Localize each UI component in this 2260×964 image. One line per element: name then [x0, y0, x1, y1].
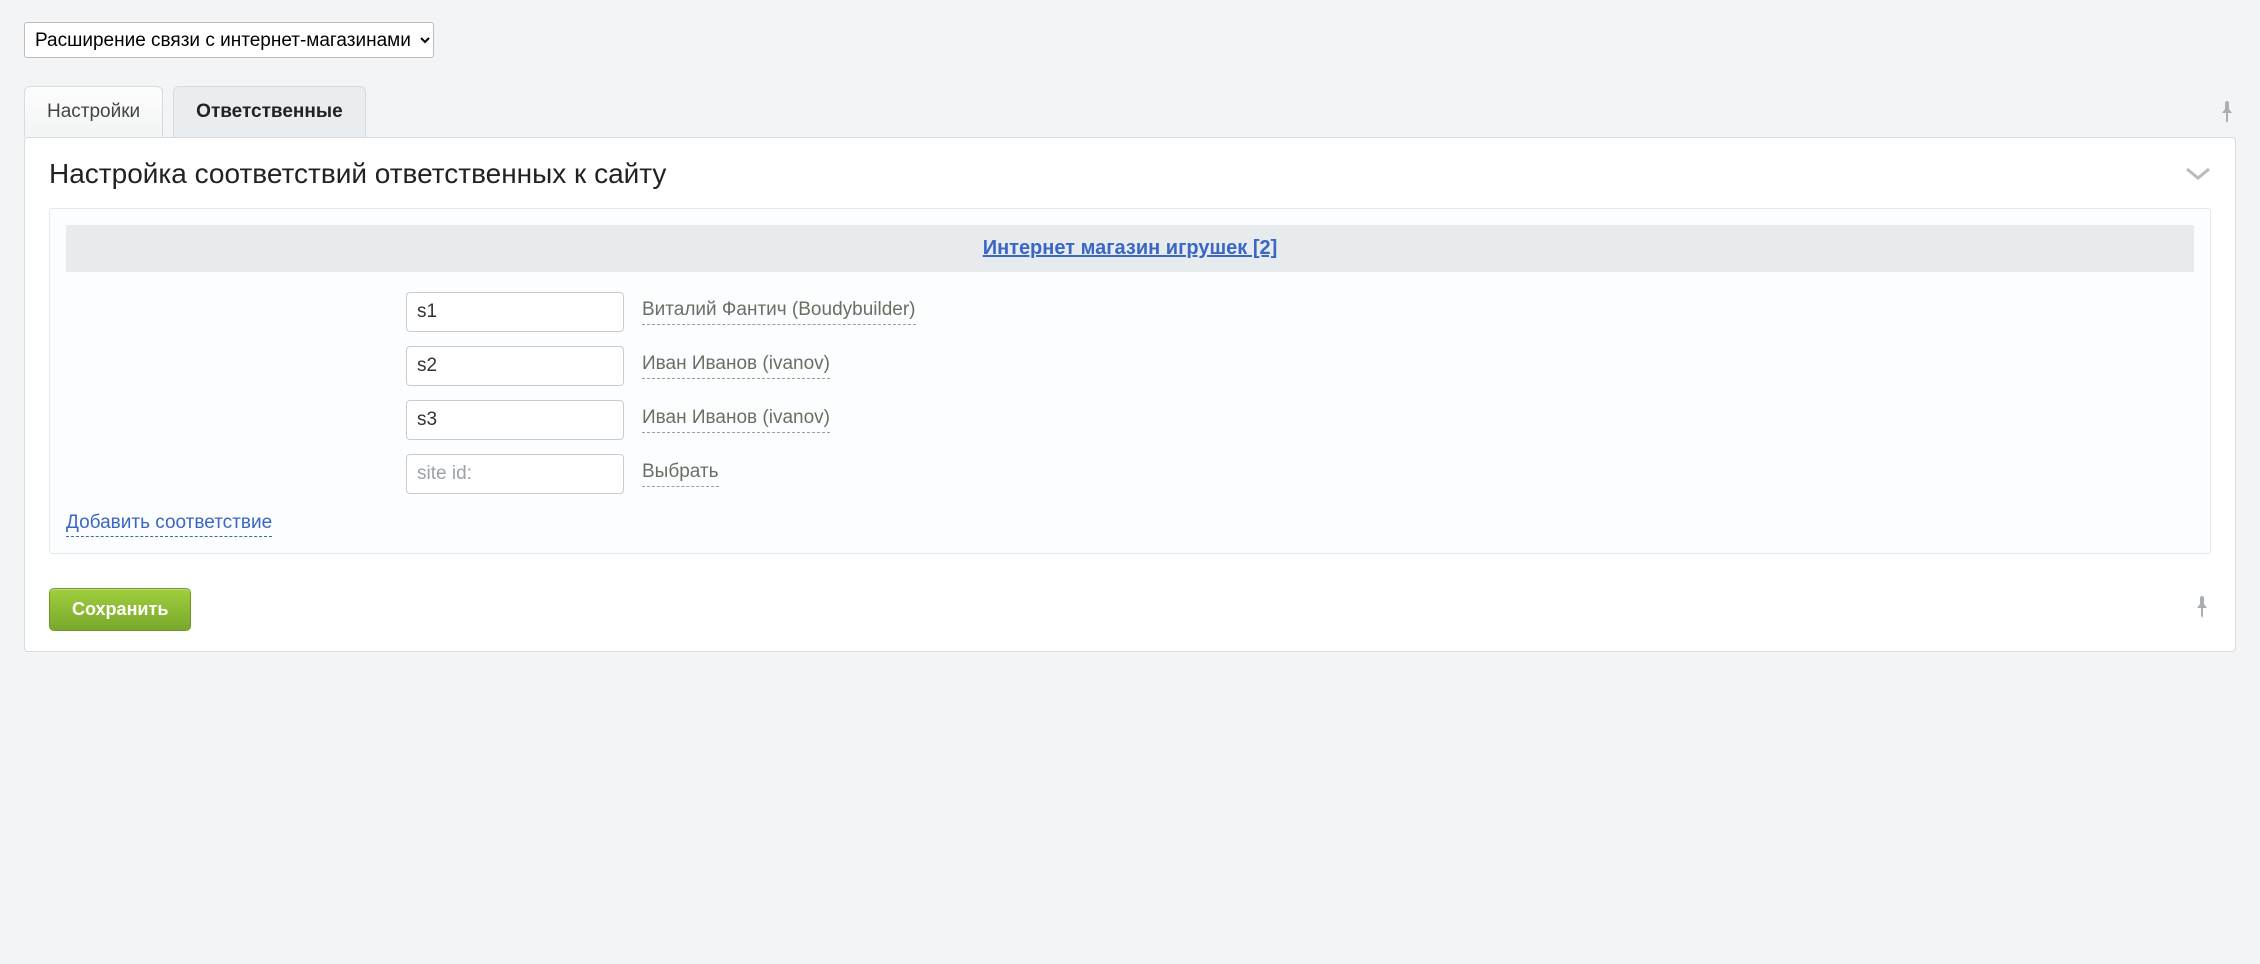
main-panel: Настройка соответствий ответственных к с…	[24, 137, 2236, 652]
mapping-row: Виталий Фантич (Boudybuilder)	[406, 292, 2194, 332]
tab-settings[interactable]: Настройки	[24, 86, 163, 137]
site-id-input[interactable]	[406, 292, 624, 332]
pin-icon[interactable]	[2193, 596, 2211, 624]
pin-icon[interactable]	[2218, 101, 2236, 137]
chevron-down-icon[interactable]	[2185, 167, 2211, 181]
shop-link[interactable]: Интернет магазин игрушек [2]	[983, 237, 1278, 259]
select-user-link[interactable]: Выбрать	[642, 461, 719, 487]
tabs-row: Настройки Ответственные	[10, 62, 2250, 137]
rows-container: Виталий Фантич (Boudybuilder) Иван Ивано…	[406, 292, 2194, 494]
site-id-input-new[interactable]	[406, 454, 624, 494]
mapping-row: Иван Иванов (ivanov)	[406, 346, 2194, 386]
mapping-row: Иван Иванов (ivanov)	[406, 400, 2194, 440]
mapping-row-new: Выбрать	[406, 454, 2194, 494]
site-id-input[interactable]	[406, 400, 624, 440]
user-link[interactable]: Иван Иванов (ivanov)	[642, 407, 830, 433]
tab-responsible[interactable]: Ответственные	[173, 86, 366, 137]
top-select-wrap: Расширение связи с интернет-магазинами	[10, 10, 2250, 62]
site-id-input[interactable]	[406, 346, 624, 386]
user-link[interactable]: Виталий Фантич (Boudybuilder)	[642, 299, 916, 325]
save-button[interactable]: Сохранить	[49, 588, 191, 631]
panel-title: Настройка соответствий ответственных к с…	[49, 158, 666, 190]
mappings-box: Интернет магазин игрушек [2] Виталий Фан…	[49, 208, 2211, 554]
extension-select[interactable]: Расширение связи с интернет-магазинами	[24, 22, 434, 58]
shop-bar: Интернет магазин игрушек [2]	[66, 225, 2194, 272]
panel-footer: Сохранить	[25, 572, 2235, 651]
add-mapping-link[interactable]: Добавить соответствие	[66, 512, 272, 537]
user-link[interactable]: Иван Иванов (ivanov)	[642, 353, 830, 379]
panel-header: Настройка соответствий ответственных к с…	[25, 138, 2235, 208]
